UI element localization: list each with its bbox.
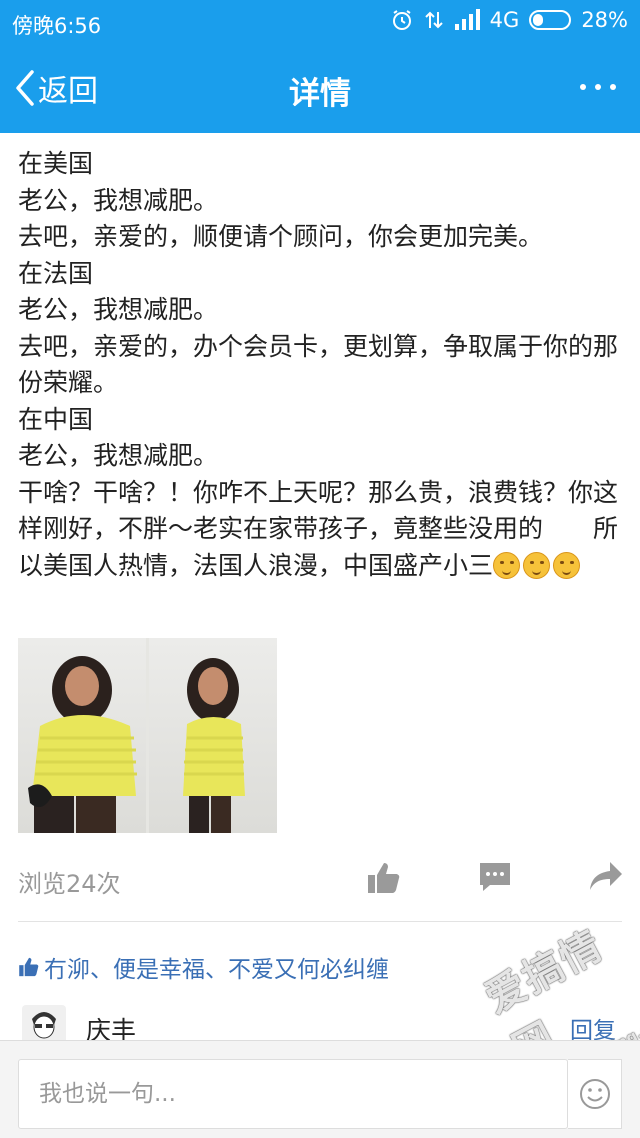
post-line: 老公，我想减肥。 [18,185,219,215]
page-title: 详情 [289,76,351,112]
post-line: 去吧，亲爱的，顺便请个顾问，你会更加完美。 [18,222,544,251]
post-content: 在美国 老公，我想减肥。 去吧，亲爱的，顺便请个顾问，你会更加完美。 在法国 老… [18,146,628,584]
likes-row[interactable]: 冇泖、便是幸福、不爱又何必纠缠 [18,950,389,984]
smirk-emoji-icon [493,551,521,579]
post-line: 在美国 [18,149,94,178]
more-dot-icon [595,84,601,90]
emoji-group [493,551,583,580]
emoji-button[interactable] [568,1059,622,1129]
thumbs-up-small-icon [19,957,39,977]
more-dot-icon [610,84,616,90]
network-type: 4G [489,8,520,32]
smirk-emoji-icon [553,551,581,579]
smiley-icon [579,1079,610,1109]
post-line: 在法国 [18,258,94,288]
status-bar: 傍晚6:56 4G 28% [0,0,640,44]
liker-names: 冇泖、便是幸福、不爱又何必纠缠 [44,957,389,983]
data-transfer-icon [424,11,443,29]
comment-icon[interactable] [478,860,512,894]
post-line-last: 干啥？干啥？！你咋不上天呢？那么贵，浪费钱？你这样刚好，不胖～老实在家带孩子，竟… [18,475,628,585]
comment-input[interactable]: 我也说一句... [18,1059,568,1129]
avatar[interactable] [22,1005,66,1045]
more-button[interactable] [580,84,616,90]
divider [18,921,622,922]
more-dot-icon [580,84,586,90]
comment-bar: 我也说一句... [0,1040,640,1138]
status-time: 傍晚6:56 [12,14,102,38]
thumbs-up-icon[interactable] [366,860,402,896]
post-meta: 浏览24次 [18,860,628,900]
post-line: 老公，我想减肥。 [18,441,219,470]
share-icon[interactable] [588,860,624,894]
battery-level [533,14,543,26]
status-icons: 4G 28% [390,8,628,32]
post-line: 去吧，亲爱的，办个会员卡，更划算，争取属于你的那份荣耀。 [18,331,619,398]
view-count: 浏览24次 [18,870,121,898]
post-line: 老公，我想减肥。 [18,295,219,324]
smirk-emoji-icon [523,551,551,579]
image-panel-right [149,638,277,833]
battery-icon [529,10,572,30]
signal-icon [454,9,480,30]
app-header: 傍晚6:56 4G 28% 返回 详情 [0,0,640,133]
post-image[interactable] [18,638,277,833]
post-line: 在中国 [18,404,94,434]
alarm-icon [392,10,411,30]
battery-percent: 28% [581,8,628,32]
image-panel-left [18,638,146,833]
nav-bar: 返回 详情 [0,44,640,133]
